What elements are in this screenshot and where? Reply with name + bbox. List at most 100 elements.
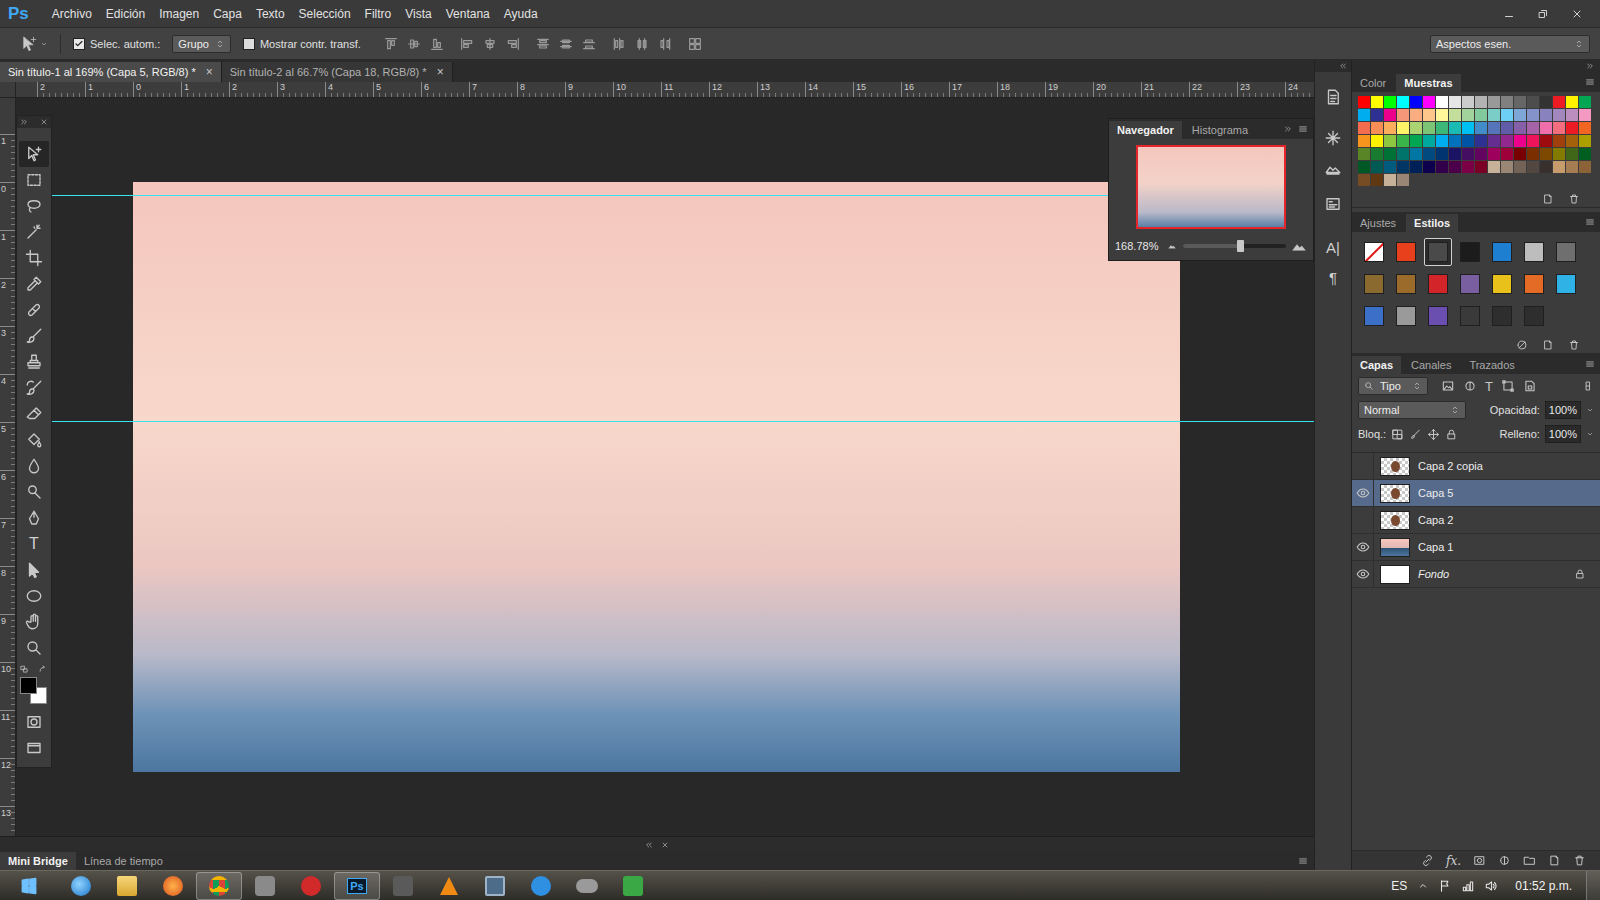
color-swatch[interactable] xyxy=(1527,122,1539,134)
color-swatch[interactable] xyxy=(1566,161,1578,173)
collapse-icon[interactable] xyxy=(645,841,653,849)
layer-filter-dropdown[interactable]: Tipo xyxy=(1358,377,1428,395)
color-swatch[interactable] xyxy=(1397,96,1409,108)
chrome-taskbar-button[interactable] xyxy=(196,872,242,900)
color-swatch[interactable] xyxy=(1527,148,1539,160)
color-swatch[interactable] xyxy=(1384,135,1396,147)
color-swatch[interactable] xyxy=(1423,135,1435,147)
color-swatch[interactable] xyxy=(1501,135,1513,147)
document-tab[interactable]: Sin título-2 al 66.7% (Capa 18, RGB/8) *… xyxy=(222,62,453,82)
default-colors-icon[interactable] xyxy=(20,665,30,675)
color-swatch[interactable] xyxy=(1397,135,1409,147)
menu-item[interactable]: Archivo xyxy=(45,5,99,23)
swap-colors-icon[interactable] xyxy=(38,665,48,675)
color-swatch[interactable] xyxy=(1397,174,1409,186)
dock-header[interactable] xyxy=(1315,60,1351,72)
color-swatch[interactable] xyxy=(1514,161,1526,173)
menu-item[interactable]: Texto xyxy=(249,5,292,23)
path-selection-tool[interactable] xyxy=(19,557,49,583)
chevron-down-icon[interactable] xyxy=(1586,406,1594,414)
auto-select-option[interactable]: Selec. autom.: xyxy=(73,38,160,50)
generic-taskbar-button[interactable] xyxy=(242,872,288,900)
color-swatch[interactable] xyxy=(1501,96,1513,108)
zoom-slider[interactable] xyxy=(1183,244,1286,248)
layer-style-button[interactable]: fx. xyxy=(1446,854,1461,868)
magic-wand-tool[interactable] xyxy=(19,219,49,245)
panel-tab[interactable]: Mini Bridge xyxy=(0,852,76,870)
style-preset[interactable] xyxy=(1552,270,1580,298)
style-preset[interactable] xyxy=(1520,238,1548,266)
menu-item[interactable]: Selección xyxy=(292,5,358,23)
close-icon[interactable] xyxy=(40,118,48,126)
color-swatch[interactable] xyxy=(1423,122,1435,134)
filter-smart-icon[interactable] xyxy=(1523,379,1537,393)
color-swatch[interactable] xyxy=(1488,161,1500,173)
dock-button[interactable] xyxy=(1319,154,1347,182)
color-swatch[interactable] xyxy=(1371,109,1383,121)
panel-menu-icon[interactable] xyxy=(1298,124,1308,134)
color-swatch[interactable] xyxy=(1501,161,1513,173)
color-swatch[interactable] xyxy=(1436,96,1448,108)
visibility-toggle[interactable] xyxy=(1352,534,1374,560)
style-preset[interactable] xyxy=(1424,270,1452,298)
dock-button[interactable]: ¶ xyxy=(1319,263,1347,291)
color-swatch[interactable] xyxy=(1488,135,1500,147)
folder-icon[interactable] xyxy=(1523,854,1536,867)
color-swatch[interactable] xyxy=(1540,109,1552,121)
color-swatch[interactable] xyxy=(1410,96,1422,108)
brush-tool[interactable] xyxy=(19,323,49,349)
close-tab-button[interactable]: × xyxy=(437,65,444,79)
color-swatch[interactable] xyxy=(1475,161,1487,173)
color-swatch[interactable] xyxy=(1449,135,1461,147)
color-swatch[interactable] xyxy=(1436,161,1448,173)
panel-menu-icon[interactable] xyxy=(1585,77,1595,87)
new-swatch-icon[interactable] xyxy=(1542,193,1554,205)
color-swatch[interactable] xyxy=(1358,109,1370,121)
filter-shape-icon[interactable] xyxy=(1501,379,1515,393)
layer-row[interactable]: Fondo xyxy=(1352,561,1600,588)
color-swatch[interactable] xyxy=(1475,109,1487,121)
show-desktop-button[interactable] xyxy=(1586,871,1600,900)
trash-icon[interactable] xyxy=(1568,339,1580,351)
close-button[interactable] xyxy=(1562,4,1592,24)
workspace-dropdown[interactable]: Aspectos esen. xyxy=(1430,35,1590,53)
navigator-thumbnail[interactable] xyxy=(1136,145,1286,229)
auto-select-target-dropdown[interactable]: Grupo xyxy=(172,35,231,53)
color-swatch[interactable] xyxy=(1488,96,1500,108)
color-swatch[interactable] xyxy=(1475,148,1487,160)
panel-menu-icon[interactable] xyxy=(1298,856,1308,866)
style-preset[interactable] xyxy=(1392,270,1420,298)
minimize-button[interactable] xyxy=(1494,4,1524,24)
zoom-out-icon[interactable] xyxy=(1166,240,1178,252)
language-indicator[interactable]: ES xyxy=(1391,879,1407,893)
color-swatch[interactable] xyxy=(1501,122,1513,134)
style-preset[interactable] xyxy=(1488,302,1516,330)
align-right-icon[interactable] xyxy=(505,36,521,52)
layer-row[interactable]: Capa 5 xyxy=(1352,480,1600,507)
color-swatch[interactable] xyxy=(1358,96,1370,108)
ie-taskbar-button[interactable] xyxy=(58,872,104,900)
panel-header[interactable] xyxy=(17,116,51,128)
blue-app-taskbar-button[interactable] xyxy=(518,872,564,900)
color-swatch[interactable] xyxy=(1397,148,1409,160)
paint-bucket-tool[interactable] xyxy=(19,427,49,453)
lasso-tool[interactable] xyxy=(19,193,49,219)
checkbox[interactable] xyxy=(73,38,85,50)
view-box[interactable] xyxy=(1136,145,1286,229)
align-top-icon[interactable] xyxy=(383,36,399,52)
flag-icon[interactable] xyxy=(1438,879,1452,893)
panels-header[interactable] xyxy=(1352,60,1600,72)
color-swatch[interactable] xyxy=(1358,122,1370,134)
color-swatch[interactable] xyxy=(1462,148,1474,160)
color-swatch[interactable] xyxy=(1371,161,1383,173)
color-swatch[interactable] xyxy=(1488,122,1500,134)
color-swatch[interactable] xyxy=(1462,96,1474,108)
mask-icon[interactable] xyxy=(1473,854,1486,867)
dock-button[interactable] xyxy=(1319,124,1347,152)
distribute-vcenter-icon[interactable] xyxy=(558,36,574,52)
layer-row[interactable]: Capa 1 xyxy=(1352,534,1600,561)
color-swatch[interactable] xyxy=(1566,148,1578,160)
color-swatch[interactable] xyxy=(1514,135,1526,147)
visibility-toggle[interactable] xyxy=(1352,480,1374,506)
filter-adjust-icon[interactable] xyxy=(1463,379,1477,393)
